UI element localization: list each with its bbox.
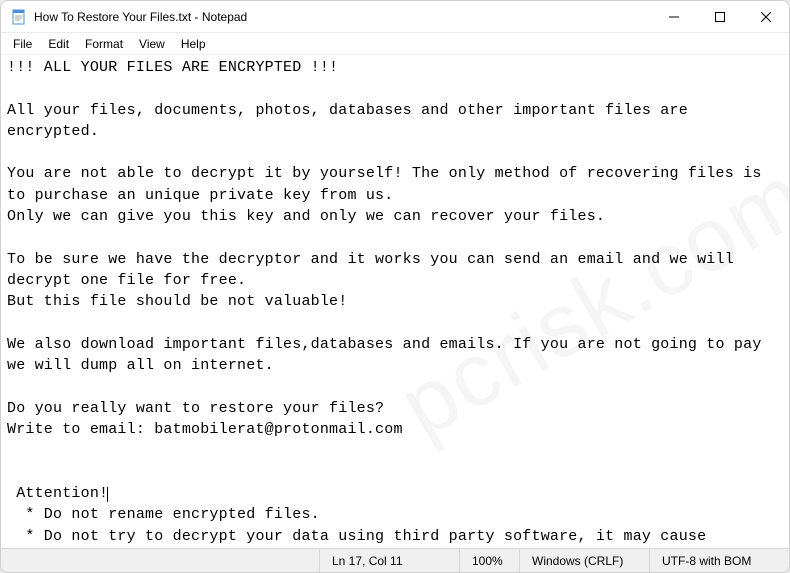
text-line: !!! ALL YOUR FILES ARE ENCRYPTED !!!: [7, 59, 338, 76]
text-line: * Do not rename encrypted files.: [7, 506, 320, 523]
text-line: All your files, documents, photos, datab…: [7, 102, 697, 140]
text-content[interactable]: pcrisk.com !!! ALL YOUR FILES ARE ENCRYPT…: [1, 55, 789, 548]
window-title: How To Restore Your Files.txt - Notepad: [34, 10, 651, 24]
status-encoding: UTF-8 with BOM: [649, 549, 789, 572]
minimize-button[interactable]: [651, 1, 697, 32]
menubar: File Edit Format View Help: [1, 33, 789, 55]
status-eol: Windows (CRLF): [519, 549, 649, 572]
statusbar: Ln 17, Col 11 100% Windows (CRLF) UTF-8 …: [1, 548, 789, 572]
text-line: But this file should be not valuable!: [7, 293, 347, 310]
text-line: You are not able to decrypt it by yourse…: [7, 165, 771, 203]
menu-edit[interactable]: Edit: [40, 35, 77, 53]
status-position: Ln 17, Col 11: [319, 549, 459, 572]
maximize-button[interactable]: [697, 1, 743, 32]
text-line: Write to email: batmobilerat@protonmail.…: [7, 421, 403, 438]
notepad-window: How To Restore Your Files.txt - Notepad …: [0, 0, 790, 573]
text-line: Do you really want to restore your files…: [7, 400, 384, 417]
menu-help[interactable]: Help: [173, 35, 214, 53]
text-line: To be sure we have the decryptor and it …: [7, 251, 743, 289]
menu-format[interactable]: Format: [77, 35, 131, 53]
watermark: pcrisk.com: [377, 134, 789, 470]
menu-file[interactable]: File: [5, 35, 40, 53]
window-controls: [651, 1, 789, 32]
menu-view[interactable]: View: [131, 35, 173, 53]
text-cursor: [107, 487, 108, 502]
notepad-icon: [11, 9, 27, 25]
text-line: We also download important files,databas…: [7, 336, 771, 374]
text-line: Attention!: [7, 485, 108, 502]
text-line: Only we can give you this key and only w…: [7, 208, 605, 225]
status-zoom: 100%: [459, 549, 519, 572]
titlebar: How To Restore Your Files.txt - Notepad: [1, 1, 789, 33]
close-button[interactable]: [743, 1, 789, 32]
text-line: * Do not try to decrypt your data using …: [7, 528, 716, 548]
